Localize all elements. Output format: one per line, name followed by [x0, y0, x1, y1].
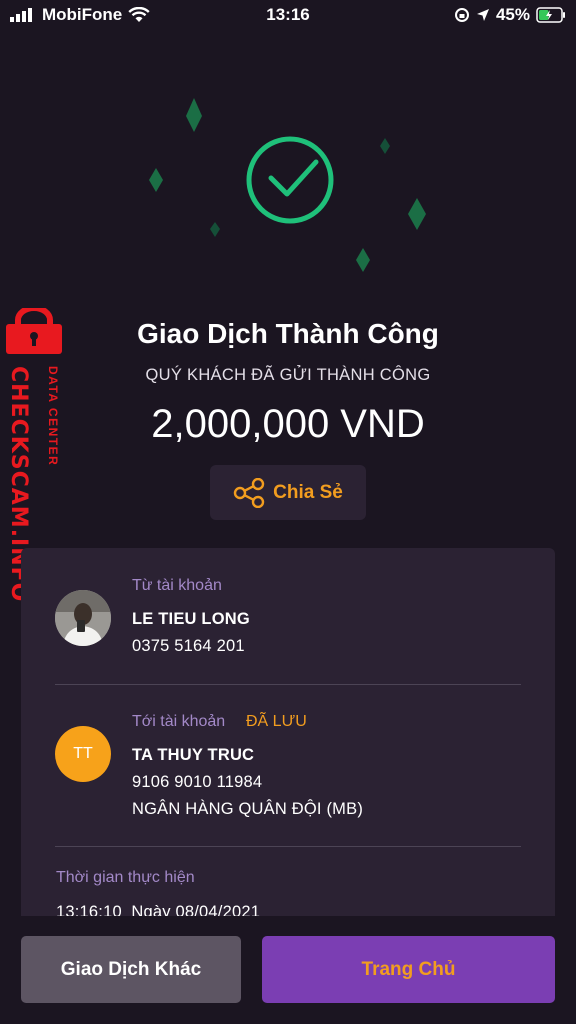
sparkle-icon: [380, 138, 390, 154]
to-account-label: Tới tài khoản: [132, 713, 226, 730]
signal-icon: [10, 8, 32, 22]
wifi-icon: [128, 7, 150, 22]
carrier-name: MobiFone: [42, 5, 123, 24]
divider: [55, 684, 521, 685]
sender-avatar: [55, 590, 111, 646]
share-icon: [233, 477, 265, 508]
transaction-details-card: Từ tài khoản LE TIEU LONG 0375 5164 201 …: [21, 548, 555, 916]
transfer-amount: 2,000,000 VND: [151, 402, 425, 446]
status-bar: MobiFone 13:16 45%: [0, 0, 576, 30]
status-right: 45%: [454, 5, 566, 25]
recipient-bank: NGÂN HÀNG QUÂN ĐỘI (MB): [132, 800, 364, 818]
person-photo-icon: [55, 590, 111, 646]
from-account-label: Từ tài khoản: [132, 577, 222, 594]
recipient-name: TA THUY TRUC: [132, 746, 255, 764]
sender-account-number: 0375 5164 201: [132, 637, 245, 655]
divider: [55, 846, 521, 847]
sparkle-icon: [149, 168, 163, 192]
sparkle-icon: [210, 222, 220, 237]
other-transaction-button[interactable]: Giao Dịch Khác: [21, 936, 241, 1003]
share-button[interactable]: Chia Sẻ: [210, 465, 366, 520]
battery-icon: [536, 7, 565, 23]
page-title: Giao Dịch Thành Công: [137, 318, 439, 349]
transaction-time: 13:16:10 Ngày 08/04/2021: [56, 903, 261, 916]
sender-name: LE TIEU LONG: [132, 610, 250, 628]
battery-percent: 45%: [495, 5, 530, 24]
recipient-avatar: TT: [55, 726, 111, 782]
sparkle-icon: [408, 198, 426, 230]
recipient-account-number: 9106 9010 11984: [132, 773, 263, 791]
home-button[interactable]: Trang Chủ: [262, 936, 555, 1003]
saved-badge: ĐÃ LƯU: [246, 713, 307, 730]
sparkle-icon: [356, 248, 370, 272]
time-label: Thời gian thực hiện: [56, 869, 195, 886]
page-subtitle: QUÝ KHÁCH ĐÃ GỬI THÀNH CÔNG: [145, 366, 431, 384]
rotation-lock-icon: [454, 8, 469, 22]
sparkle-icon: [186, 98, 202, 132]
location-arrow-icon: [476, 9, 489, 21]
success-illustration: [149, 98, 426, 272]
share-label: Chia Sẻ: [273, 481, 343, 503]
status-left: MobiFone: [10, 5, 150, 25]
success-check-icon: [246, 136, 334, 224]
